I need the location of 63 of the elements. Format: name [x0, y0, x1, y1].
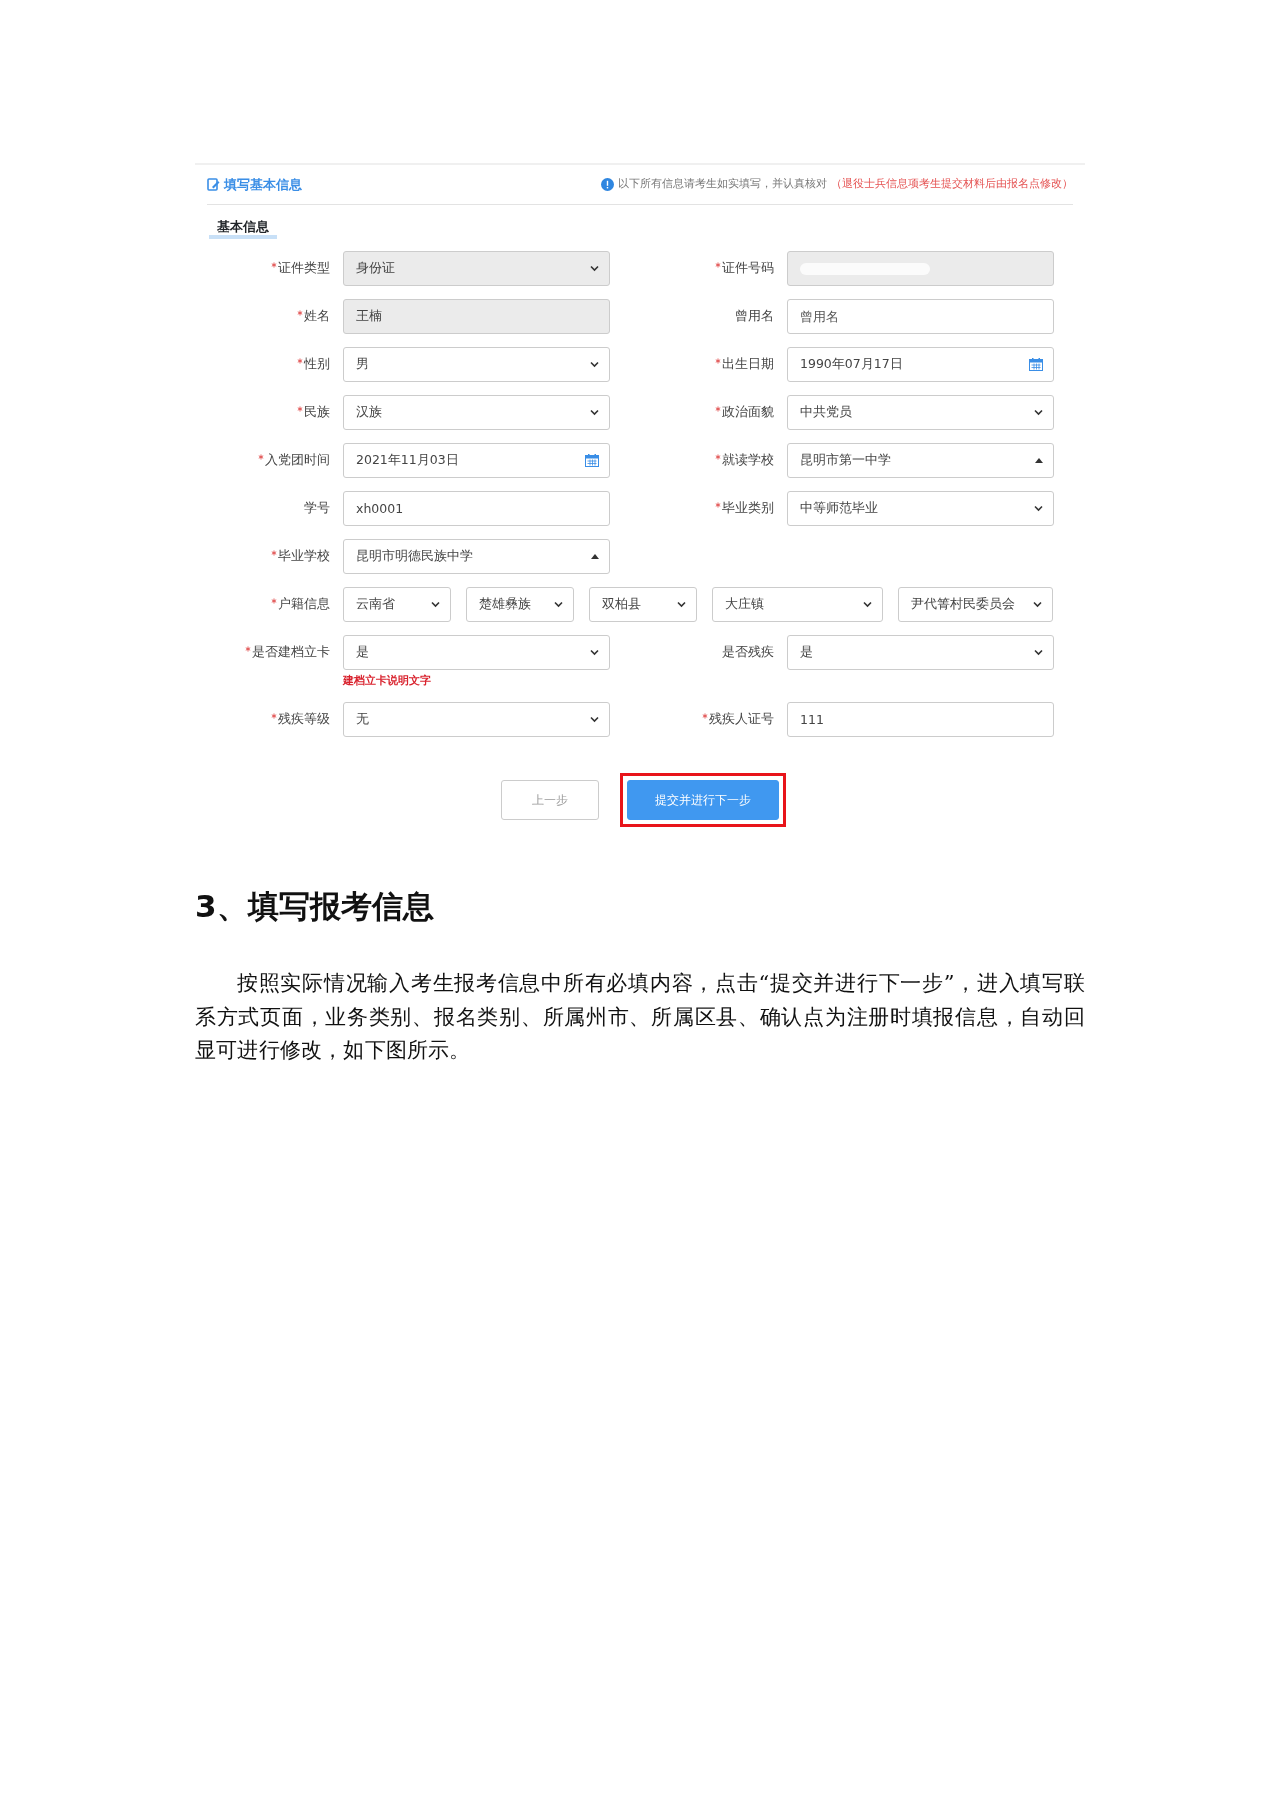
document-heading: 3、填写报考信息 — [195, 886, 435, 926]
select-field[interactable]: 是 — [343, 635, 610, 670]
chevron-down-icon — [1034, 649, 1043, 656]
section-title: 基本信息 — [209, 219, 277, 239]
combo-field[interactable]: 昆明市明德民族中学 — [343, 539, 610, 574]
input-field[interactable]: 曾用名 — [787, 299, 1054, 334]
field-label: 是否建档立卡 — [252, 644, 330, 659]
calendar-icon — [1029, 358, 1043, 371]
select-field[interactable]: 男 — [343, 347, 610, 382]
chevron-down-icon — [1034, 505, 1043, 512]
combo-field[interactable]: 昆明市第一中学 — [787, 443, 1054, 478]
calendar-icon — [585, 454, 599, 467]
field-label: 毕业学校 — [278, 548, 330, 563]
input-field[interactable]: 111 — [787, 701, 1054, 737]
field-label: 户籍信息 — [278, 596, 330, 611]
field-label: 民族 — [304, 404, 330, 419]
chevron-down-icon — [1033, 601, 1042, 608]
edit-icon — [207, 178, 220, 191]
field-label: 出生日期 — [722, 356, 774, 371]
field-label: 入党团时间 — [265, 452, 330, 467]
chevron-down-icon — [1034, 409, 1043, 416]
select-field[interactable]: 中共党员 — [787, 395, 1054, 430]
field-label: 就读学校 — [722, 452, 774, 467]
select-field[interactable]: 中等师范毕业 — [787, 491, 1054, 526]
warning-text: （退役士兵信息项考生提交材料后由报名点修改） — [831, 176, 1073, 193]
field-label: 残疾人证号 — [709, 710, 774, 726]
select-field[interactable]: 是 — [787, 635, 1054, 670]
field-label: 曾用名 — [735, 308, 774, 323]
caret-up-icon — [1035, 458, 1043, 463]
field-label: 残疾等级 — [278, 710, 330, 726]
caret-up-icon — [591, 554, 599, 559]
chevron-down-icon — [554, 601, 563, 608]
hint-text: 建档立卡说明文字 — [343, 673, 432, 688]
chevron-down-icon — [590, 649, 599, 656]
select-field[interactable]: 云南省 — [343, 587, 451, 622]
chevron-down-icon — [590, 715, 599, 723]
date-field[interactable]: 1990年07月17日 — [787, 347, 1054, 382]
select-field[interactable]: 大庄镇 — [712, 587, 883, 622]
info-icon — [601, 178, 614, 191]
date-field[interactable]: 2021年11月03日 — [343, 443, 610, 478]
field-label: 学号 — [304, 500, 330, 515]
field-label: 姓名 — [304, 308, 330, 323]
field-label: 政治面貌 — [722, 404, 774, 419]
panel-title: 填写基本信息 — [224, 175, 302, 194]
notice-text: 以下所有信息请考生如实填写，并认真核对 — [618, 176, 827, 193]
field-label: 是否残疾 — [722, 644, 774, 659]
field-label: 证件号码 — [722, 260, 774, 275]
field-label: 证件类型 — [278, 260, 330, 275]
input-field[interactable]: xh0001 — [343, 491, 610, 526]
select-field[interactable]: 无 — [343, 701, 610, 737]
chevron-down-icon — [431, 601, 440, 608]
chevron-down-icon — [863, 601, 872, 608]
chevron-down-icon — [590, 265, 599, 272]
field-label: 性别 — [304, 356, 330, 371]
select-field[interactable]: 楚雄彝族 — [466, 587, 574, 622]
select-field[interactable]: 双柏县 — [589, 587, 697, 622]
chevron-down-icon — [677, 601, 686, 608]
select-field[interactable]: 尹代箐村民委员会 — [898, 587, 1053, 622]
chevron-down-icon — [590, 409, 599, 416]
document-paragraph: 按照实际情况输入考生报考信息中所有必填内容，点击“提交并进行下一步”，进入填写联系方式页面，业务类别、报名类别、所属州市、所属区县、确认点为注册时填报信息，自动回显可进行修改，如下图所示。 — [195, 970, 1085, 1065]
field-label: 毕业类别 — [722, 500, 774, 515]
select-field[interactable]: 汉族 — [343, 395, 610, 430]
chevron-down-icon — [590, 361, 599, 368]
